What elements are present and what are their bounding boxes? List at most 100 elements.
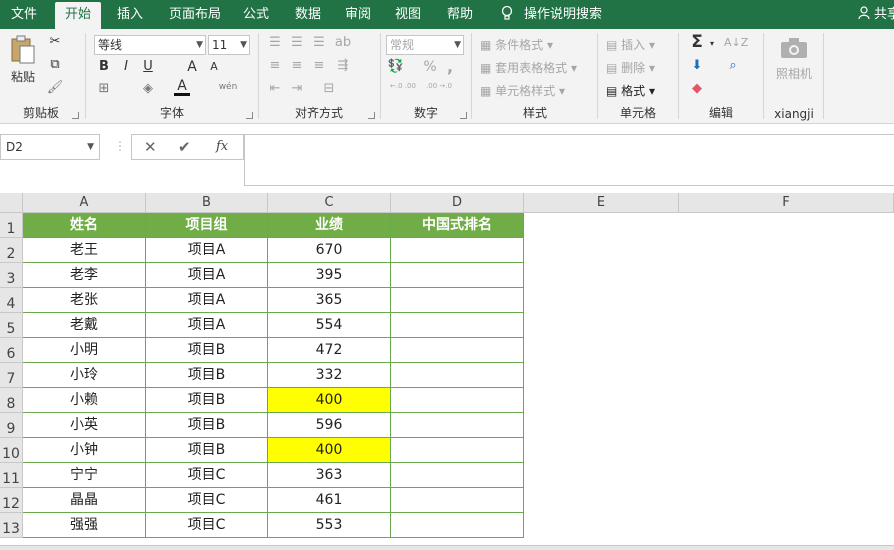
clear-icon[interactable]: ◆ bbox=[688, 81, 706, 97]
align-right-icon[interactable]: ≡ bbox=[310, 58, 328, 74]
table-header-cell[interactable]: 中国式排名 bbox=[391, 213, 524, 238]
borders-icon[interactable]: ⊞ bbox=[96, 81, 112, 97]
font-color-button[interactable]: A bbox=[174, 79, 190, 96]
table-cell[interactable]: 461 bbox=[268, 488, 391, 513]
row-header[interactable]: 8 bbox=[0, 388, 23, 413]
table-cell[interactable] bbox=[391, 288, 524, 313]
column-header-a[interactable]: A bbox=[23, 193, 146, 213]
table-cell[interactable]: 小钟 bbox=[23, 438, 146, 463]
row-header[interactable]: 4 bbox=[0, 288, 23, 313]
tab-view[interactable]: 视图 bbox=[388, 0, 428, 29]
decrease-indent-icon[interactable]: ⇤ bbox=[266, 81, 284, 97]
increase-indent-icon[interactable]: ⇥ bbox=[288, 81, 306, 97]
column-header-f[interactable]: F bbox=[679, 193, 894, 213]
table-cell[interactable]: 小英 bbox=[23, 413, 146, 438]
italic-button[interactable]: I bbox=[118, 59, 134, 75]
table-cell[interactable] bbox=[391, 263, 524, 288]
tab-home[interactable]: 开始 bbox=[55, 2, 101, 29]
table-cell[interactable]: 项目A bbox=[146, 263, 268, 288]
align-middle-icon[interactable]: ☰ bbox=[288, 35, 306, 51]
align-left-icon[interactable]: ≡ bbox=[266, 58, 284, 74]
tab-insert[interactable]: 插入 bbox=[108, 0, 152, 29]
row-header[interactable]: 5 bbox=[0, 313, 23, 338]
font-grow-button[interactable]: A bbox=[184, 59, 200, 75]
table-cell[interactable] bbox=[391, 463, 524, 488]
phonetic-button[interactable]: wén bbox=[216, 79, 240, 95]
table-cell[interactable]: 596 bbox=[268, 413, 391, 438]
table-cell[interactable]: 项目C bbox=[146, 463, 268, 488]
column-header-c[interactable]: C bbox=[268, 193, 391, 213]
tab-formulas[interactable]: 公式 bbox=[236, 0, 276, 29]
sort-filter-icon[interactable]: A↓Z bbox=[724, 35, 748, 51]
insert-cells-button[interactable]: ▤ 插入 ▾ bbox=[606, 36, 655, 53]
table-cell[interactable]: 400 bbox=[268, 388, 391, 413]
name-box[interactable]: D2 ▼ bbox=[0, 134, 100, 160]
table-cell[interactable]: 395 bbox=[268, 263, 391, 288]
format-painter-icon[interactable]: 🖌 bbox=[46, 80, 64, 96]
table-cell[interactable]: 553 bbox=[268, 513, 391, 538]
table-cell[interactable]: 项目A bbox=[146, 288, 268, 313]
fill-icon[interactable]: ⬇ bbox=[688, 58, 706, 74]
table-cell[interactable]: 472 bbox=[268, 338, 391, 363]
table-cell[interactable] bbox=[391, 488, 524, 513]
cancel-icon[interactable]: ✕ bbox=[144, 138, 157, 156]
delete-cells-button[interactable]: ▤ 删除 ▾ bbox=[606, 59, 655, 76]
row-header[interactable]: 3 bbox=[0, 263, 23, 288]
font-name-select[interactable]: 等线 ▼ bbox=[94, 35, 206, 55]
table-cell[interactable] bbox=[391, 513, 524, 538]
table-cell[interactable]: 晶晶 bbox=[23, 488, 146, 513]
tab-file[interactable]: 文件 bbox=[2, 0, 46, 29]
table-cell[interactable]: 老张 bbox=[23, 288, 146, 313]
formula-input[interactable] bbox=[244, 134, 894, 186]
font-size-select[interactable]: 11 ▼ bbox=[208, 35, 250, 55]
decrease-decimal-button[interactable]: .00 →.0 bbox=[422, 82, 456, 90]
tab-page-layout[interactable]: 页面布局 bbox=[160, 0, 230, 29]
table-cell[interactable]: 强强 bbox=[23, 513, 146, 538]
align-bottom-icon[interactable]: ☰ bbox=[310, 35, 328, 51]
row-header[interactable]: 6 bbox=[0, 338, 23, 363]
row-header[interactable]: 7 bbox=[0, 363, 23, 388]
table-cell[interactable]: 项目C bbox=[146, 513, 268, 538]
table-cell[interactable] bbox=[391, 438, 524, 463]
clipboard-launcher-icon[interactable] bbox=[72, 112, 79, 119]
format-as-table-button[interactable]: ▦ 套用表格格式 ▾ bbox=[480, 59, 577, 76]
chevron-down-icon[interactable]: ▾ bbox=[708, 36, 716, 52]
percent-button[interactable]: % bbox=[422, 59, 438, 75]
column-header-d[interactable]: D bbox=[391, 193, 524, 213]
table-cell[interactable] bbox=[391, 363, 524, 388]
bold-button[interactable]: B bbox=[96, 59, 112, 75]
table-cell[interactable]: 老戴 bbox=[23, 313, 146, 338]
row-header[interactable]: 9 bbox=[0, 413, 23, 438]
table-cell[interactable]: 363 bbox=[268, 463, 391, 488]
merge-center-icon[interactable]: ⊟ bbox=[320, 81, 338, 97]
cell-styles-button[interactable]: ▦ 单元格样式 ▾ bbox=[480, 82, 565, 99]
table-cell[interactable]: 小玲 bbox=[23, 363, 146, 388]
table-cell[interactable] bbox=[391, 338, 524, 363]
table-cell[interactable]: 项目B bbox=[146, 438, 268, 463]
wrap-text-icon[interactable]: ⇶ bbox=[334, 58, 352, 74]
table-cell[interactable]: 老王 bbox=[23, 238, 146, 263]
conditional-format-button[interactable]: ▦ 条件格式 ▾ bbox=[480, 36, 553, 53]
table-cell[interactable]: 项目A bbox=[146, 313, 268, 338]
cut-icon[interactable]: ✂ bbox=[46, 34, 64, 50]
worksheet-grid[interactable]: ABCDEF 1 2 3 4 5 6 7 8 9 10 11 12 13 姓名 项目组 业绩 中国式排名 老王项… bbox=[0, 193, 894, 550]
row-header[interactable]: 1 bbox=[0, 213, 23, 238]
row-header[interactable]: 11 bbox=[0, 463, 23, 488]
column-header-e[interactable]: E bbox=[524, 193, 679, 213]
tab-help[interactable]: 帮助 bbox=[440, 0, 480, 29]
alignment-launcher-icon[interactable] bbox=[368, 112, 375, 119]
align-top-icon[interactable]: ☰ bbox=[266, 35, 284, 51]
enter-icon[interactable]: ✔ bbox=[178, 138, 191, 156]
table-cell[interactable]: 365 bbox=[268, 288, 391, 313]
table-cell[interactable]: 宁宁 bbox=[23, 463, 146, 488]
table-cell[interactable] bbox=[391, 388, 524, 413]
align-center-icon[interactable]: ≡ bbox=[288, 58, 306, 74]
table-header-cell[interactable]: 项目组 bbox=[146, 213, 268, 238]
share-button[interactable]: 共享 bbox=[858, 0, 894, 29]
table-cell[interactable]: 项目C bbox=[146, 488, 268, 513]
table-cell[interactable]: 小赖 bbox=[23, 388, 146, 413]
table-header-cell[interactable]: 业绩 bbox=[268, 213, 391, 238]
paste-button[interactable]: 粘贴 bbox=[6, 35, 40, 91]
underline-button[interactable]: U bbox=[140, 59, 156, 75]
table-cell[interactable] bbox=[391, 238, 524, 263]
